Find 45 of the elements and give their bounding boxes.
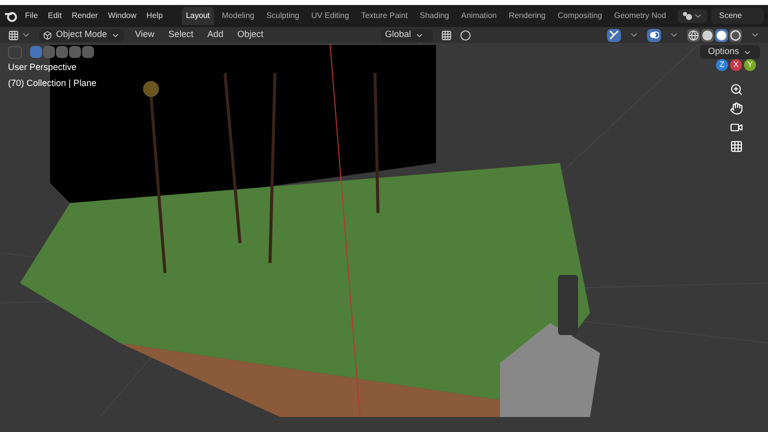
- scene-icon[interactable]: [682, 11, 692, 21]
- workspace-tab[interactable]: Layout: [182, 7, 214, 25]
- header-menu-item[interactable]: View: [132, 28, 158, 42]
- editor-type-icon[interactable]: [8, 30, 19, 40]
- select-mode-button[interactable]: [43, 46, 55, 58]
- overlay-toggle[interactable]: [647, 28, 661, 42]
- workspace-tab[interactable]: UV Editing: [307, 7, 354, 25]
- workspace-tab[interactable]: Sculpting: [262, 7, 304, 25]
- workspace-tab[interactable]: Modeling: [218, 7, 258, 25]
- menu-item[interactable]: Help: [143, 10, 166, 22]
- cube-icon: [43, 30, 52, 40]
- shading-mode-button[interactable]: [729, 28, 742, 42]
- collection-label: (70) Collection | Plane: [8, 76, 96, 90]
- orientation-dropdown[interactable]: Global: [381, 28, 433, 42]
- view-name-label: User Perspective: [8, 61, 78, 74]
- menu-item[interactable]: Window: [104, 10, 140, 22]
- header-menu-item[interactable]: Select: [165, 28, 196, 42]
- workspace-tab[interactable]: Geometry Nod: [610, 7, 670, 25]
- options-dropdown[interactable]: Options: [700, 45, 760, 59]
- shading-mode-button[interactable]: [701, 28, 714, 42]
- grid-icon[interactable]: [730, 140, 742, 153]
- gizmo-toggle[interactable]: [607, 28, 621, 42]
- select-mode-button[interactable]: [69, 46, 81, 58]
- select-mode-button[interactable]: [30, 46, 42, 58]
- mode-dropdown[interactable]: Object Mode: [39, 28, 124, 42]
- workspace-tab[interactable]: Shading: [416, 7, 454, 25]
- camera-icon[interactable]: [730, 121, 742, 134]
- zoom-icon[interactable]: [730, 83, 742, 96]
- workspace-tab[interactable]: Animation: [457, 7, 501, 25]
- app-logo-icon[interactable]: [4, 10, 18, 22]
- workspace-tab[interactable]: Texture Paint: [357, 7, 412, 25]
- shading-mode-button[interactable]: [687, 28, 700, 42]
- menu-item[interactable]: Render: [68, 10, 101, 22]
- header-menu-item[interactable]: Add: [204, 28, 226, 42]
- select-mode-button[interactable]: [56, 46, 68, 58]
- menu-item[interactable]: File: [22, 10, 41, 22]
- workspace-tab[interactable]: Compositing: [554, 7, 606, 25]
- workspace-tab[interactable]: Rendering: [504, 7, 550, 25]
- select-mode-button[interactable]: [82, 46, 94, 58]
- menu-item[interactable]: Edit: [44, 10, 65, 22]
- hand-icon[interactable]: [730, 102, 742, 115]
- scene-field[interactable]: Scene: [711, 8, 764, 24]
- tool-toggle[interactable]: [8, 46, 22, 58]
- header-menu-item[interactable]: Object: [234, 28, 266, 42]
- shading-mode-button[interactable]: [715, 28, 728, 42]
